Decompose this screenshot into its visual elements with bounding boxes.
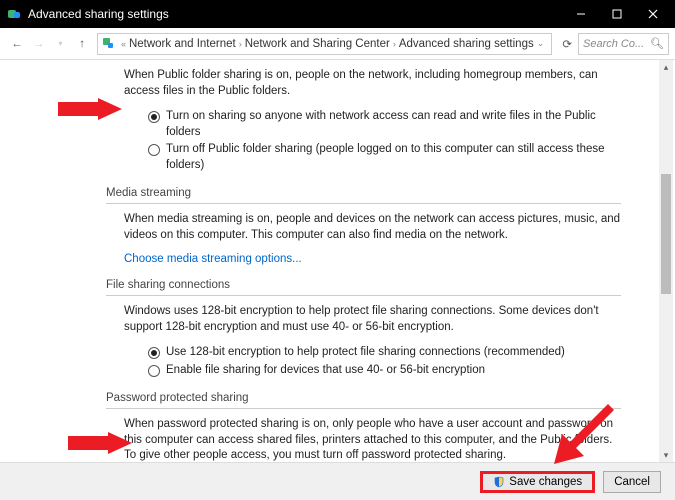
minimize-button[interactable]	[563, 0, 599, 28]
chevron-right-icon: ›	[239, 39, 242, 49]
radio-icon	[148, 365, 160, 377]
scroll-up-icon[interactable]: ▴	[659, 60, 673, 74]
content-area: When Public folder sharing is on, people…	[0, 60, 675, 462]
radio-label: Enable file sharing for devices that use…	[166, 363, 485, 379]
chevron-left-icon: «	[121, 39, 126, 49]
section-password-sharing: Password protected sharing	[106, 392, 645, 404]
breadcrumb[interactable]: « Network and Internet › Network and Sha…	[97, 33, 552, 55]
radio-128bit[interactable]: Use 128-bit encryption to help protect f…	[148, 345, 621, 361]
radio-label: Use 128-bit encryption to help protect f…	[166, 345, 565, 361]
media-options-link[interactable]: Choose media streaming options...	[124, 253, 645, 265]
forward-button[interactable]: →	[28, 33, 50, 55]
public-folder-description: When Public folder sharing is on, people…	[124, 68, 621, 99]
crumb-level1[interactable]: Network and Internet	[129, 38, 236, 50]
back-button[interactable]: ←	[6, 33, 28, 55]
section-media-streaming: Media streaming	[106, 187, 645, 199]
radio-label: Turn on sharing so anyone with network a…	[166, 109, 621, 140]
app-icon	[6, 6, 22, 22]
button-bar: Save changes Cancel	[0, 462, 675, 500]
save-label: Save changes	[509, 476, 582, 488]
radio-4056bit[interactable]: Enable file sharing for devices that use…	[148, 363, 621, 379]
chevron-down-icon[interactable]: ⌄	[537, 38, 545, 49]
window-title: Advanced sharing settings	[28, 7, 169, 21]
radio-icon	[148, 111, 160, 123]
radio-public-sharing-on[interactable]: Turn on sharing so anyone with network a…	[148, 109, 621, 140]
refresh-button[interactable]: ⟳	[556, 37, 578, 51]
crumb-level2[interactable]: Network and Sharing Center	[245, 38, 390, 50]
media-description: When media streaming is on, people and d…	[124, 212, 621, 243]
up-button[interactable]: ↑	[71, 33, 93, 55]
encryption-description: Windows uses 128-bit encryption to help …	[124, 304, 621, 335]
shield-icon	[493, 476, 505, 488]
save-changes-button[interactable]: Save changes	[480, 471, 595, 493]
search-icon: 🔍︎	[650, 37, 664, 50]
maximize-button[interactable]	[599, 0, 635, 28]
cancel-label: Cancel	[614, 476, 650, 488]
radio-label: Turn off Public folder sharing (people l…	[166, 142, 621, 173]
scroll-down-icon[interactable]: ▾	[659, 448, 673, 462]
search-placeholder: Search Co...	[583, 38, 644, 50]
section-file-sharing: File sharing connections	[106, 279, 645, 291]
crumb-level3[interactable]: Advanced sharing settings	[399, 38, 534, 50]
close-button[interactable]	[635, 0, 671, 28]
radio-public-sharing-off[interactable]: Turn off Public folder sharing (people l…	[148, 142, 621, 173]
radio-icon	[148, 347, 160, 359]
titlebar: Advanced sharing settings	[0, 0, 675, 28]
scrollbar-thumb[interactable]	[661, 174, 671, 294]
navbar: ← → ▾ ↑ « Network and Internet › Network…	[0, 28, 675, 60]
chevron-right-icon: ›	[393, 39, 396, 49]
control-panel-icon	[102, 37, 116, 51]
radio-icon	[148, 144, 160, 156]
dropdown-history-icon[interactable]: ▾	[49, 33, 71, 55]
vertical-scrollbar[interactable]: ▴ ▾	[659, 60, 673, 462]
password-description: When password protected sharing is on, o…	[124, 417, 621, 462]
search-input[interactable]: Search Co... 🔍︎	[578, 33, 669, 55]
cancel-button[interactable]: Cancel	[603, 471, 661, 493]
